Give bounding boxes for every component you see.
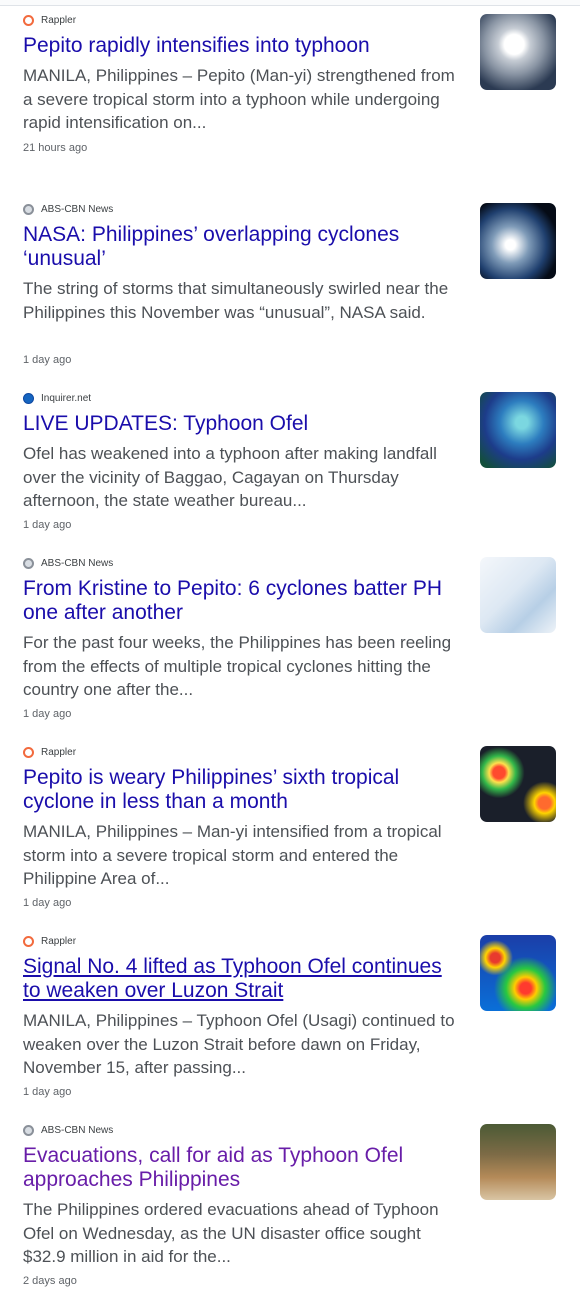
source-row[interactable]: ABS-CBN News [23, 555, 113, 571]
rappler-icon [23, 14, 34, 26]
satellite-typhoon-image [480, 14, 556, 90]
news-article: Rappler Pepito is weary Philippines’ six… [0, 744, 580, 933]
source-name: Rappler [41, 935, 77, 947]
article-headline-link[interactable]: Pepito rapidly intensifies into typhoon [23, 34, 453, 58]
article-thumbnail[interactable] [480, 935, 556, 1011]
news-article: Inquirer.net LIVE UPDATES: Typhoon Ofel … [0, 390, 580, 555]
inquirer-icon [23, 392, 34, 404]
article-timestamp: 1 day ago [23, 897, 72, 909]
news-article: ABS-CBN News From Kristine to Pepito: 6 … [0, 555, 580, 744]
article-thumbnail[interactable] [480, 392, 556, 468]
infrared-satellite-image [480, 746, 556, 822]
article-timestamp: 2 days ago [23, 1275, 77, 1287]
source-row[interactable]: ABS-CBN News [23, 201, 113, 217]
source-row[interactable]: Rappler [23, 12, 76, 28]
abs-cbn-icon [23, 1124, 34, 1136]
article-snippet: MANILA, Philippines – Man-yi intensified… [23, 822, 442, 888]
source-row[interactable]: Rappler [23, 744, 76, 760]
news-results-list: Rappler Pepito rapidly intensifies into … [0, 12, 580, 1311]
news-article: Rappler Signal No. 4 lifted as Typhoon O… [0, 933, 580, 1122]
article-snippet: The string of storms that simultaneously… [23, 279, 449, 322]
article-timestamp: 1 day ago [23, 519, 72, 531]
article-timestamp: 1 day ago [23, 708, 72, 720]
article-snippet: Ofel has weakened into a typhoon after m… [23, 444, 437, 510]
cyclone-track-map-image [480, 557, 556, 633]
source-name: ABS-CBN News [41, 203, 114, 215]
article-snippet: For the past four weeks, the Philippines… [23, 633, 452, 699]
source-name: ABS-CBN News [41, 1124, 114, 1136]
rappler-icon [23, 746, 34, 758]
source-row[interactable]: Rappler [23, 933, 76, 949]
earth-from-space-image [480, 203, 556, 279]
flood-rescue-photo [480, 1124, 556, 1200]
article-thumbnail[interactable] [480, 1124, 556, 1200]
article-snippet: The Philippines ordered evacuations ahea… [23, 1200, 439, 1266]
article-headline-link[interactable]: Signal No. 4 lifted as Typhoon Ofel cont… [23, 955, 453, 1003]
abs-cbn-icon [23, 557, 34, 569]
source-row[interactable]: ABS-CBN News [23, 1122, 113, 1138]
news-article: ABS-CBN News NASA: Philippines’ overlapp… [0, 201, 580, 390]
article-thumbnail[interactable] [480, 14, 556, 90]
article-headline-link[interactable]: From Kristine to Pepito: 6 cyclones batt… [23, 577, 453, 625]
article-thumbnail[interactable] [480, 203, 556, 279]
article-snippet: MANILA, Philippines – Typhoon Ofel (Usag… [23, 1011, 455, 1077]
article-headline-link[interactable]: Evacuations, call for aid as Typhoon Ofe… [23, 1144, 453, 1192]
rappler-icon [23, 935, 34, 947]
article-headline-link[interactable]: NASA: Philippines’ overlapping cyclones … [23, 223, 453, 271]
top-divider [0, 0, 580, 6]
abs-cbn-icon [23, 203, 34, 215]
news-article: Rappler Pepito rapidly intensifies into … [0, 12, 580, 201]
weather-satellite-image [480, 392, 556, 468]
source-name: Rappler [41, 14, 77, 26]
source-row[interactable]: Inquirer.net [23, 390, 91, 406]
article-headline-link[interactable]: Pepito is weary Philippines’ sixth tropi… [23, 766, 453, 814]
article-thumbnail[interactable] [480, 746, 556, 822]
article-timestamp: 1 day ago [23, 354, 72, 366]
source-name: Rappler [41, 746, 77, 758]
article-timestamp: 21 hours ago [23, 142, 88, 154]
article-snippet: MANILA, Philippines – Pepito (Man-yi) st… [23, 66, 455, 132]
article-headline-link[interactable]: LIVE UPDATES: Typhoon Ofel [23, 412, 453, 436]
source-name: ABS-CBN News [41, 557, 114, 569]
rainfall-radar-image [480, 935, 556, 1011]
news-article: ABS-CBN News Evacuations, call for aid a… [0, 1122, 580, 1311]
article-timestamp: 1 day ago [23, 1086, 72, 1098]
source-name: Inquirer.net [41, 392, 92, 404]
article-thumbnail[interactable] [480, 557, 556, 633]
